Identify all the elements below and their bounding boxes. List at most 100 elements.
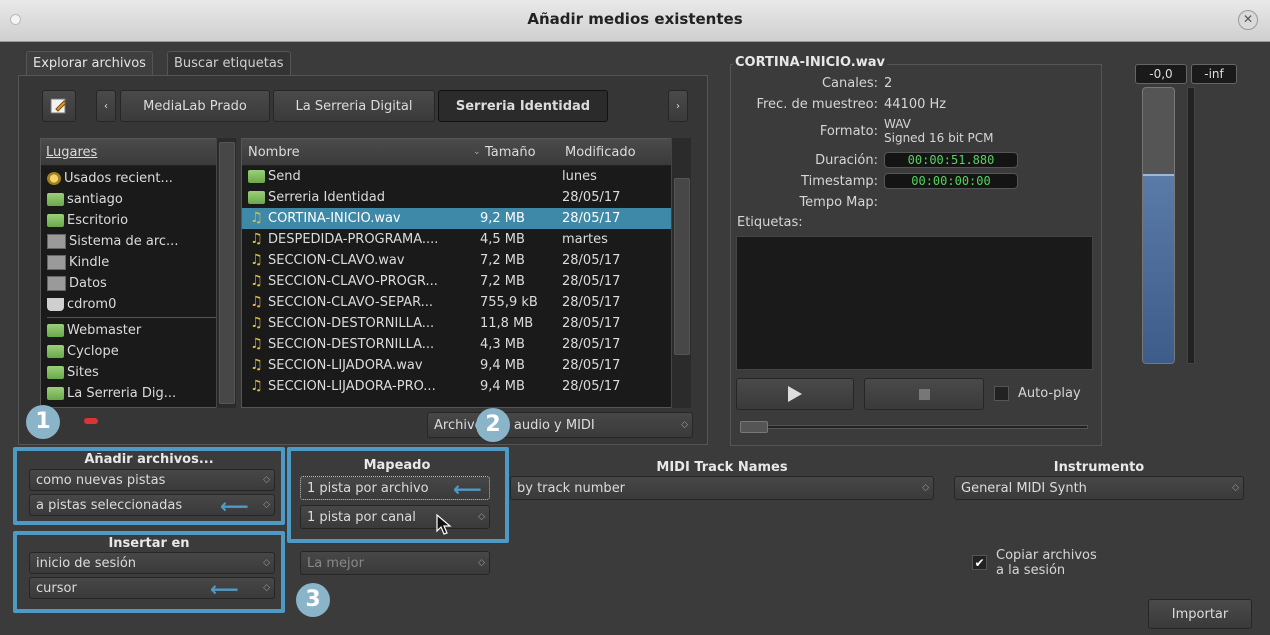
peak-display[interactable]: -0,0 <box>1135 64 1187 84</box>
annotation-arrow-icon: ⟵ <box>210 577 239 601</box>
bookmark-item[interactable]: Webmaster <box>47 320 235 341</box>
scroll-thumb[interactable] <box>219 142 235 404</box>
breadcrumb-serreria-digital[interactable]: La Serreria Digital <box>273 90 435 122</box>
breadcrumb-serreria-identidad[interactable]: Serreria Identidad <box>438 90 608 122</box>
close-icon[interactable]: ✕ <box>1238 10 1258 30</box>
audio-file-icon: ♫ <box>250 273 263 289</box>
places-item[interactable]: Kindle <box>47 252 235 273</box>
col-nombre[interactable]: Nombre <box>242 145 473 160</box>
fader-fill <box>1143 174 1174 363</box>
info-filename: CORTINA-INICIO.wav <box>733 55 887 70</box>
tab-explorar[interactable]: Explorar archivos <box>26 51 153 75</box>
midi-track-names-combo[interactable]: by track number ◇ <box>510 476 934 500</box>
file-row[interactable]: ♫ SECCION-DESTORNILLA... 4,3 MB 28/05/17 <box>242 334 690 355</box>
combo-arrow-icon: ◇ <box>263 583 270 593</box>
places-item[interactable]: santiago <box>47 189 235 210</box>
folder-icon <box>248 170 265 183</box>
folder-icon <box>47 324 64 337</box>
file-name: SECCION-LIJADORA-PRO... <box>268 379 436 394</box>
places-header[interactable]: Lugares <box>41 139 235 166</box>
file-row[interactable]: ♫ SECCION-LIJADORA.wav 9,4 MB 28/05/17 <box>242 355 690 376</box>
rate-label: Frec. de muestreo: <box>756 97 878 112</box>
mapping-channel-combo[interactable]: 1 pista por canal ◇ <box>300 505 490 529</box>
places-item[interactable]: Usados recient... <box>47 168 235 189</box>
midi-title: MIDI Track Names <box>656 460 788 475</box>
tags-textarea[interactable] <box>736 236 1093 370</box>
file-filter-combo[interactable]: Archivos de audio y MIDI ◇ <box>427 412 693 438</box>
col-tamano[interactable]: Tamaño <box>483 145 565 160</box>
inf-display: -inf <box>1191 64 1237 84</box>
file-modified: martes <box>562 232 608 247</box>
title-bar: Añadir medios existentes ✕ <box>0 0 1270 42</box>
audio-file-icon: ♫ <box>250 378 263 394</box>
file-name: SECCION-CLAVO-SEPAR... <box>268 295 434 310</box>
bookmark-item[interactable]: Cyclope <box>47 341 235 362</box>
stop-button[interactable] <box>864 378 984 410</box>
file-size: 755,9 kB <box>480 295 538 310</box>
file-row[interactable]: Serreria Identidad 28/05/17 <box>242 187 690 208</box>
mapping-file-combo[interactable]: 1 pista por archivo ⟵ <box>300 476 490 500</box>
places-item[interactable]: cdrom0 <box>47 294 235 315</box>
breadcrumb-forward-button[interactable]: › <box>668 90 688 122</box>
file-size: 9,2 MB <box>480 211 525 226</box>
file-rows: Send lunes Serreria Identidad 28/05/17 ♫ CORT… <box>242 166 690 397</box>
quality-combo[interactable]: La mejor ◇ <box>300 551 490 575</box>
remove-place-icon[interactable] <box>84 418 98 424</box>
file-row[interactable]: Send lunes <box>242 166 690 187</box>
folder-icon <box>248 191 265 204</box>
file-name: Send <box>268 169 301 184</box>
places-list: Lugares Usados recient... santiago Escri… <box>40 138 236 408</box>
bookmark-item[interactable]: La Serreria Dig... <box>47 383 235 404</box>
annotation-badge-3: 3 <box>296 583 330 617</box>
breadcrumb-back-button[interactable]: ‹ <box>96 90 116 122</box>
file-row[interactable]: ♫ SECCION-CLAVO.wav 7,2 MB 28/05/17 <box>242 250 690 271</box>
edit-path-button[interactable] <box>42 90 76 122</box>
seek-handle[interactable] <box>740 421 768 433</box>
instrument-combo[interactable]: General MIDI Synth ◇ <box>954 476 1244 500</box>
file-modified: 28/05/17 <box>562 295 621 310</box>
file-row[interactable]: ♫ SECCION-DESTORNILLA... 11,8 MB 28/05/17 <box>242 313 690 334</box>
seek-slider[interactable] <box>740 425 1088 429</box>
clock-icon <box>47 172 61 185</box>
add-to-combo[interactable]: a pistas seleccionadas ⟵ ◇ <box>29 494 275 516</box>
combo-arrow-icon: ◇ <box>263 500 270 510</box>
file-row[interactable]: ♫ DESPEDIDA-PROGRAMA.... 4,5 MB martes <box>242 229 690 250</box>
tempo-label: Tempo Map: <box>799 195 878 210</box>
insert-pos-combo[interactable]: cursor ⟵ ◇ <box>29 577 275 599</box>
audio-file-icon: ♫ <box>250 336 263 352</box>
file-name: DESPEDIDA-PROGRAMA.... <box>268 232 439 247</box>
file-row[interactable]: ♫ SECCION-CLAVO-SEPAR... 755,9 kB 28/05/17 <box>242 292 690 313</box>
places-item[interactable]: Escritorio <box>47 210 235 231</box>
file-row[interactable]: ♫ SECCION-LIJADORA-PRO... 9,4 MB 28/05/17 <box>242 376 690 397</box>
autoplay-checkbox[interactable] <box>994 386 1009 401</box>
breadcrumb-medialab[interactable]: MediaLab Prado <box>120 90 270 122</box>
copy-files-checkbox[interactable]: ✔ <box>972 555 987 570</box>
file-list-header: Nombre ⌄ Tamaño Modificado <box>242 139 690 166</box>
gain-fader[interactable] <box>1142 87 1175 364</box>
import-button[interactable]: Importar <box>1148 599 1252 629</box>
tab-buscar[interactable]: Buscar etiquetas <box>167 51 291 75</box>
files-scrollbar[interactable] <box>671 138 691 408</box>
insert-where-combo[interactable]: inicio de sesión ◇ <box>29 552 275 574</box>
play-icon <box>788 386 802 402</box>
folder-icon <box>47 345 64 358</box>
add-as-combo[interactable]: como nuevas pistas ◇ <box>29 469 275 491</box>
places-scrollbar[interactable] <box>216 138 236 408</box>
rate-value: 44100 Hz <box>884 97 947 112</box>
file-name: SECCION-DESTORNILLA... <box>268 337 435 352</box>
places-item[interactable]: Sistema de arc... <box>47 231 235 252</box>
col-modificado[interactable]: Modificado <box>565 145 675 160</box>
folder-icon <box>47 387 64 400</box>
file-size: 11,8 MB <box>480 316 534 331</box>
scroll-thumb[interactable] <box>674 178 690 355</box>
play-button[interactable] <box>736 378 854 410</box>
file-row[interactable]: ♫ SECCION-CLAVO-PROGR... 7,2 MB 28/05/17 <box>242 271 690 292</box>
drive-icon <box>47 234 66 249</box>
autoplay-label: Auto-play <box>1018 386 1081 401</box>
channels-label: Canales: <box>821 76 878 91</box>
desktop-folder-icon <box>47 214 64 227</box>
bookmark-item[interactable]: Sites <box>47 362 235 383</box>
add-files-title: Añadir archivos... <box>84 452 214 467</box>
places-item[interactable]: Datos <box>47 273 235 294</box>
file-row[interactable]: ♫ CORTINA-INICIO.wav 9,2 MB 28/05/17 <box>242 208 690 229</box>
